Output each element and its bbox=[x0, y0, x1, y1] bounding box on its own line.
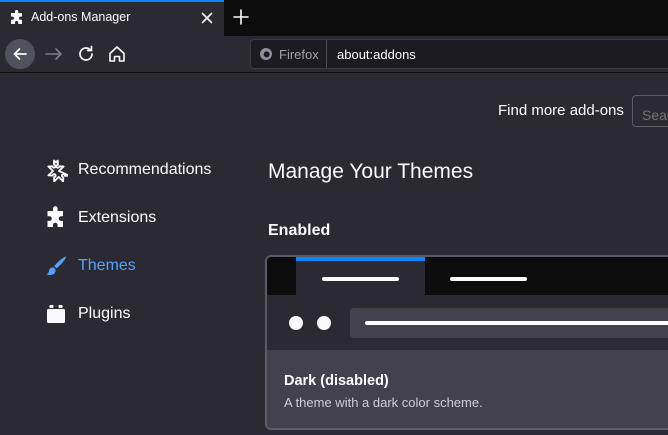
theme-card-dark[interactable]: Dark (disabled) A theme with a dark colo… bbox=[265, 255, 668, 430]
sidebar-item-themes[interactable]: Themes bbox=[44, 252, 244, 280]
identity-label: Firefox bbox=[279, 47, 319, 62]
preview-toolbar bbox=[267, 295, 668, 350]
preview-dot bbox=[317, 316, 331, 330]
tab-title: Add-ons Manager bbox=[31, 10, 131, 24]
theme-description: A theme with a dark color scheme. bbox=[284, 395, 483, 410]
home-button[interactable] bbox=[106, 43, 128, 65]
page-title: Manage Your Themes bbox=[268, 160, 474, 183]
navigation-toolbar: Firefox about:addons bbox=[0, 36, 668, 73]
plugin-icon bbox=[47, 305, 65, 323]
search-addons-input[interactable] bbox=[632, 95, 668, 127]
reload-button[interactable] bbox=[75, 43, 97, 65]
sidebar-item-recommendations[interactable]: Recommendations bbox=[44, 156, 244, 184]
url-bar[interactable]: Firefox about:addons bbox=[250, 39, 668, 69]
firefox-icon bbox=[260, 48, 272, 60]
puzzle-icon bbox=[11, 10, 22, 24]
puzzle-icon bbox=[47, 206, 63, 227]
preview-urlbar bbox=[350, 308, 668, 338]
sidebar-item-extensions[interactable]: Extensions bbox=[44, 204, 244, 232]
sidebar-item-label: Recommendations bbox=[78, 161, 212, 178]
section-heading-enabled: Enabled bbox=[268, 222, 331, 239]
tab-active-indicator bbox=[0, 0, 224, 2]
sidebar-item-label: Plugins bbox=[78, 305, 131, 322]
sidebar-item-label: Themes bbox=[78, 257, 136, 274]
theme-name: Dark (disabled) bbox=[284, 373, 389, 389]
sidebar-item-plugins[interactable]: Plugins bbox=[44, 300, 244, 328]
sidebar-item-label: Extensions bbox=[78, 209, 157, 226]
brush-icon bbox=[46, 256, 67, 276]
back-button[interactable] bbox=[5, 39, 35, 69]
close-icon[interactable] bbox=[198, 9, 216, 27]
arrow-left-icon bbox=[13, 48, 27, 60]
tab-add-ons-manager[interactable]: Add-ons Manager bbox=[0, 0, 224, 36]
addons-page: Find more add-ons Recommendations Extens… bbox=[0, 74, 668, 435]
preview-tab-label bbox=[450, 277, 527, 281]
identity-box[interactable]: Firefox bbox=[251, 40, 327, 68]
new-tab-button[interactable] bbox=[231, 7, 251, 27]
preview-dot bbox=[289, 316, 303, 330]
preview-tab-label bbox=[322, 277, 399, 281]
tab-strip: Add-ons Manager bbox=[0, 0, 668, 36]
preview-tab-accent bbox=[296, 257, 425, 261]
preview-url-line bbox=[365, 321, 668, 325]
find-more-label: Find more add-ons bbox=[498, 102, 624, 119]
preview-active-tab bbox=[296, 257, 425, 295]
forward-button[interactable] bbox=[43, 43, 65, 65]
url-text[interactable]: about:addons bbox=[337, 47, 416, 62]
theme-preview bbox=[267, 257, 668, 295]
sparkle-puzzle-icon bbox=[47, 159, 68, 182]
